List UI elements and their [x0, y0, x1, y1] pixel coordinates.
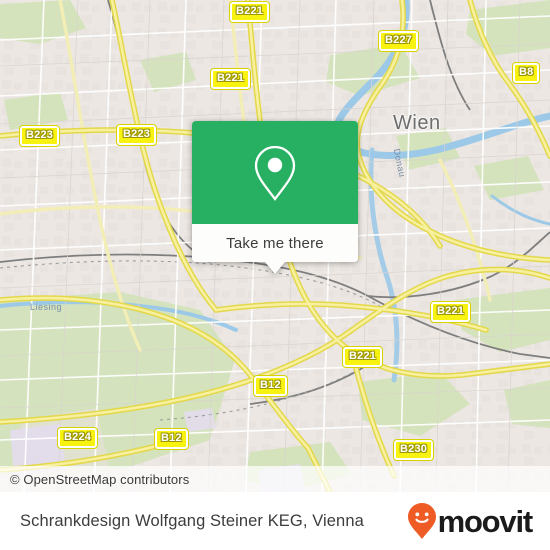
moovit-wordmark: moovit — [437, 503, 534, 539]
footer-bar: Schrankdesign Wolfgang Steiner KEG, Vien… — [0, 492, 550, 550]
road-shield[interactable]: B8 — [513, 63, 540, 83]
map-pin-icon — [254, 145, 296, 201]
road-shield[interactable]: B230 — [394, 440, 434, 460]
moovit-logo[interactable]: moovit — [407, 502, 550, 540]
road-shield[interactable]: B221 — [343, 347, 383, 367]
road-shield[interactable]: B221 — [230, 2, 270, 22]
attribution-text[interactable]: © OpenStreetMap contributors — [0, 472, 189, 487]
road-shield[interactable]: B221 — [431, 302, 471, 322]
map-attribution-bar: © OpenStreetMap contributors — [0, 466, 550, 492]
moovit-location-card-screenshot: Wien Donau Liesing B221 B227 B221 B8 B22… — [0, 0, 550, 550]
card-pin-area — [192, 121, 358, 224]
moovit-smiley-pin-icon — [407, 503, 436, 539]
location-callout-card[interactable]: Take me there — [192, 121, 358, 274]
road-shield[interactable]: B227 — [379, 31, 419, 51]
map-label-city: Wien — [393, 112, 441, 134]
road-shield[interactable]: B223 — [20, 126, 60, 146]
road-shield[interactable]: B12 — [254, 376, 287, 396]
road-shield[interactable]: B223 — [117, 125, 157, 145]
map-label-canal: Liesing — [30, 302, 63, 312]
road-shield[interactable]: B224 — [58, 428, 98, 448]
card-pointer-tail — [265, 262, 285, 274]
take-me-there-label: Take me there — [226, 234, 324, 252]
place-title: Schrankdesign Wolfgang Steiner KEG, Vien… — [20, 511, 364, 530]
take-me-there-button[interactable]: Take me there — [192, 224, 358, 262]
road-shield[interactable]: B221 — [211, 69, 251, 89]
road-shield[interactable]: B12 — [155, 429, 188, 449]
map-canvas[interactable]: Wien Donau Liesing B221 B227 B221 B8 B22… — [0, 0, 550, 492]
